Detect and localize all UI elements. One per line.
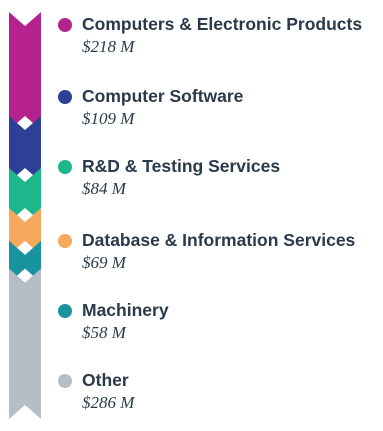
legend-dot-computer-software <box>58 90 72 104</box>
stacked-bar <box>9 12 41 419</box>
chart-root: Computers & Electronic Products $218 M C… <box>0 0 383 431</box>
legend-dot-rd-testing <box>58 160 72 174</box>
bar-segment-computer-software <box>9 115 41 182</box>
legend-dot-machinery <box>58 304 72 318</box>
legend-label-computers-electronics: Computers & Electronic Products <box>82 14 363 34</box>
legend-dot-database-information <box>58 234 72 248</box>
bar-segment-computers-electronics <box>9 12 41 130</box>
legend-label-other: Other <box>82 370 129 390</box>
legend-label-machinery: Machinery <box>82 300 169 320</box>
data-label-rd-testing: $84 M <box>82 179 126 198</box>
legend-label-rd-testing: R&D & Testing Services <box>82 156 281 176</box>
legend-dot-computers-electronics <box>58 18 72 32</box>
legend-label-computer-software: Computer Software <box>82 86 244 106</box>
data-label-machinery: $58 M <box>82 323 126 342</box>
legend-dot-other <box>58 374 72 388</box>
bar-segment-other <box>9 268 41 419</box>
data-label-database-information: $69 M <box>82 253 126 272</box>
data-label-computers-electronics: $218 M <box>82 37 135 56</box>
data-label-other: $286 M <box>82 393 135 412</box>
data-label-computer-software: $109 M <box>82 109 135 128</box>
legend-label-database-information: Database & Information Services <box>82 230 356 250</box>
